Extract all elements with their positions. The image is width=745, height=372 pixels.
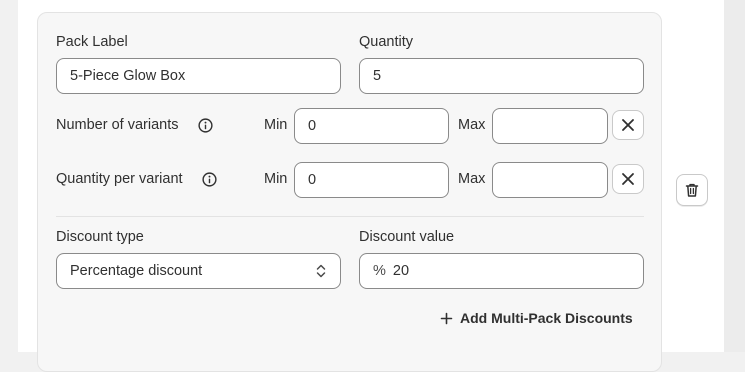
variants-min-label: Min <box>264 117 288 133</box>
discount-type-value: Percentage discount <box>70 263 203 279</box>
plus-icon <box>440 312 453 324</box>
discount-type-label: Discount type <box>56 229 144 245</box>
variants-max-label: Max <box>458 117 486 133</box>
quantity-label: Quantity <box>359 34 413 50</box>
discount-value-label: Discount value <box>359 229 455 245</box>
close-icon <box>622 119 634 131</box>
qty-variant-min-input[interactable]: 0 <box>294 162 449 198</box>
percent-prefix: % <box>373 263 386 279</box>
divider <box>56 216 644 217</box>
pack-label-label: Pack Label <box>56 34 128 50</box>
pack-label-input[interactable]: 5-Piece Glow Box <box>56 58 341 94</box>
quantity-input[interactable]: 5 <box>359 58 644 94</box>
quantity-per-variant-label: Quantity per variant <box>56 171 183 187</box>
variants-max-input[interactable] <box>492 108 608 144</box>
add-multipack-discounts-label: Add Multi-Pack Discounts <box>460 310 633 326</box>
chevron-updown-icon <box>316 264 326 278</box>
info-icon[interactable] <box>198 118 213 133</box>
close-icon <box>622 173 634 185</box>
discount-value-text: 20 <box>392 263 410 279</box>
add-multipack-discounts-button[interactable]: Add Multi-Pack Discounts <box>440 309 633 327</box>
qty-variant-max-label: Max <box>458 171 486 187</box>
clear-qty-variant-button[interactable] <box>612 164 644 194</box>
delete-pack-button[interactable] <box>676 174 708 206</box>
qty-variant-min-label: Min <box>264 171 288 187</box>
page-edge <box>724 0 745 352</box>
clear-variants-button[interactable] <box>612 110 644 140</box>
qty-variant-max-input[interactable] <box>492 162 608 198</box>
trash-icon <box>685 183 699 197</box>
number-of-variants-label: Number of variants <box>56 117 179 133</box>
discount-type-select[interactable]: Percentage discount <box>56 253 341 289</box>
variants-min-input[interactable]: 0 <box>294 108 449 144</box>
discount-value-input[interactable]: % 20 <box>359 253 644 289</box>
info-icon[interactable] <box>202 172 217 187</box>
